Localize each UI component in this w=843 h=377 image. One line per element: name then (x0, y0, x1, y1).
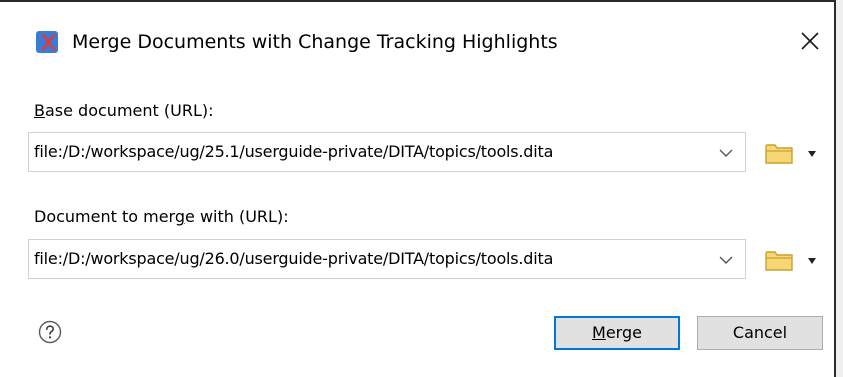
dropdown-arrow-icon[interactable] (807, 257, 817, 265)
merge-dialog: Merge Documents with Change Tracking Hig… (0, 0, 836, 377)
folder-icon (765, 251, 793, 271)
merge-browse-button[interactable] (763, 246, 823, 278)
base-document-combo[interactable]: file:/D:/workspace/ug/25.1/userguide-pri… (28, 132, 746, 172)
cancel-button[interactable]: Cancel (697, 316, 823, 350)
oxygen-x-icon (36, 31, 58, 53)
chevron-down-icon[interactable] (717, 251, 735, 269)
merge-button-label: erge (605, 323, 642, 342)
dropdown-arrow-icon[interactable] (807, 150, 817, 158)
merge-label-mnemonic: g (174, 207, 186, 226)
base-browse-button[interactable] (763, 139, 823, 171)
base-document-value[interactable]: file:/D:/workspace/ug/25.1/userguide-pri… (34, 142, 714, 162)
base-label-text: ase document (URL): (44, 101, 214, 120)
merge-button[interactable]: Merge (554, 316, 680, 350)
folder-icon (765, 144, 793, 164)
chevron-down-icon[interactable] (717, 144, 735, 162)
dialog-title: Merge Documents with Change Tracking Hig… (72, 31, 558, 53)
merge-document-label: Document to merge with (URL): (34, 207, 289, 227)
base-document-label: Base document (URL): (34, 101, 213, 121)
merge-button-mnemonic: M (592, 323, 606, 342)
merge-document-combo[interactable]: file:/D:/workspace/ug/26.0/userguide-pri… (28, 239, 746, 279)
merge-label-pre: Document to mer (34, 207, 175, 226)
close-button[interactable] (796, 26, 824, 56)
close-icon (801, 32, 819, 50)
title-bar: Merge Documents with Change Tracking Hig… (0, 2, 834, 78)
merge-document-value[interactable]: file:/D:/workspace/ug/26.0/userguide-pri… (34, 249, 714, 269)
merge-label-text: e with (URL): (185, 207, 289, 226)
base-label-mnemonic: B (34, 101, 45, 120)
help-icon[interactable] (38, 320, 62, 344)
